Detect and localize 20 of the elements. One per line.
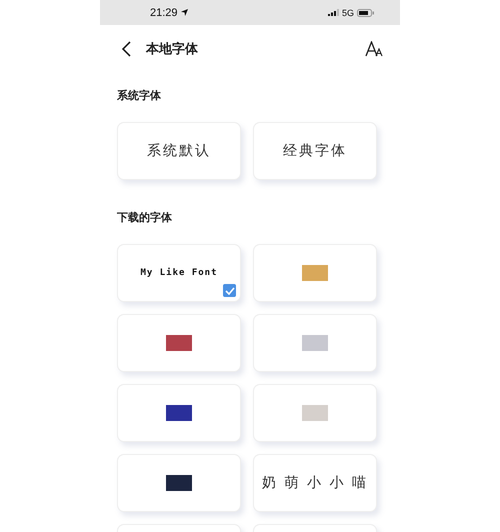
battery-icon (357, 8, 374, 16)
status-time: 21:29 (150, 6, 178, 18)
font-card[interactable]: 系统默认 (117, 122, 241, 180)
section-title: 系统字体 (117, 88, 162, 104)
font-card[interactable] (117, 384, 241, 442)
signal-icon (328, 9, 339, 16)
font-name: 经典字体 (283, 142, 347, 160)
font-card[interactable] (117, 454, 241, 512)
checkbox[interactable] (223, 284, 236, 297)
location-arrow-icon (180, 9, 188, 16)
font-card[interactable]: 经典字体 (253, 122, 377, 180)
font-name: 系统默认 (147, 142, 211, 160)
section-title: 下载的字体 (117, 210, 173, 226)
font-card[interactable]: 奶 萌 小 小 喵 (253, 454, 377, 512)
page-title: 本地字体 (146, 40, 199, 58)
font-card[interactable]: My Like Font (117, 244, 241, 302)
network-label: 5G (342, 8, 354, 18)
font-name: 奶 萌 小 小 喵 (262, 474, 368, 492)
font-size-icon[interactable] (365, 41, 383, 57)
font-name: My Like Font (140, 268, 218, 278)
